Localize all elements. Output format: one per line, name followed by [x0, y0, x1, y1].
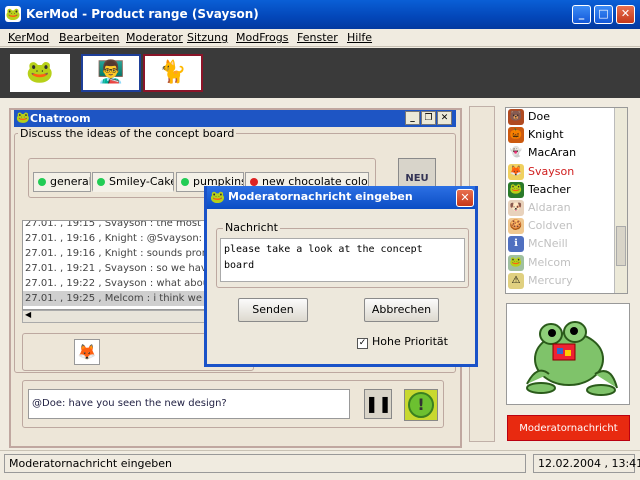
scroll-left-icon[interactable]: ◀	[25, 310, 31, 319]
user-item[interactable]: 🐻 Doe	[506, 108, 627, 126]
avatar: 🍪	[508, 218, 524, 235]
horizontal-scrollbar[interactable]: ◀	[22, 310, 208, 323]
user-item[interactable]: ⚠ Mercury	[506, 272, 627, 290]
exclamation-icon: !	[408, 392, 434, 418]
cancel-button[interactable]: Abbrechen	[364, 298, 439, 322]
avatar: 🎃	[508, 127, 524, 144]
close-button[interactable]: ✕	[616, 5, 635, 24]
dialog-frog-icon: 🐸	[210, 190, 225, 204]
avatar: 👻	[508, 145, 524, 162]
status-dot-icon	[181, 178, 189, 186]
user-item[interactable]: 🍪 Coldven	[506, 217, 627, 235]
scrollbar-thumb[interactable]	[616, 226, 626, 266]
moderator-message-button[interactable]: Moderatornachricht	[507, 415, 630, 441]
minimize-button[interactable]: _	[572, 5, 591, 24]
avatar: 🐻	[508, 109, 524, 125]
status-text: Moderatornachricht eingeben	[4, 454, 526, 473]
avatar: 🦊	[508, 163, 524, 180]
alert-button[interactable]: !	[404, 389, 438, 421]
app-frog-icon: 🐸	[5, 6, 21, 22]
avatar: 🐸	[508, 254, 524, 271]
avatar: ℹ	[508, 236, 524, 253]
chatroom-titlebar: 🐸 Chatroom _ ❐ ✕	[14, 110, 456, 127]
user-list-scrollbar[interactable]	[614, 108, 627, 293]
frog-tool-icon[interactable]: 🐸	[10, 54, 70, 92]
chatroom-minimize-button[interactable]: _	[405, 111, 420, 125]
menu-moderator[interactable]: Moderator	[126, 31, 183, 44]
chatroom-restore-button[interactable]: ❐	[421, 111, 436, 125]
priority-label: Hohe Priorität	[372, 335, 448, 348]
user-item[interactable]: 🎃 Knight	[506, 126, 627, 144]
dialog-close-button[interactable]: ✕	[456, 189, 474, 207]
priority-checkbox[interactable]: ✓	[357, 338, 368, 349]
user-item[interactable]: 👻 MacAran	[506, 144, 627, 162]
menu-bar: KerMod Bearbeiten Moderator Sitzung ModF…	[0, 29, 640, 47]
menu-modfrogs[interactable]: ModFrogs	[236, 31, 288, 44]
topic-label: Discuss the ideas of the concept board	[18, 127, 237, 140]
moderator-dialog: 🐸 Moderatornachricht eingeben ✕ Nachrich…	[204, 186, 478, 367]
status-dot-icon	[250, 178, 258, 186]
status-dot-icon	[97, 178, 105, 186]
chatroom-close-button[interactable]: ✕	[437, 111, 452, 125]
tab-smiley-cake[interactable]: Smiley-Cake	[92, 172, 174, 192]
status-dot-icon	[38, 178, 46, 186]
avatar: ⚠	[508, 272, 524, 289]
toolbar: 🐸 👨‍🏫 🐈	[0, 48, 640, 98]
menu-bearbeiten[interactable]: Bearbeiten	[59, 31, 119, 44]
pause-icon[interactable]: ❚❚	[364, 389, 392, 419]
menu-hilfe[interactable]: Hilfe	[347, 31, 372, 44]
frog-mascot-image	[506, 303, 630, 405]
teacher-tool-icon[interactable]: 👨‍🏫	[81, 54, 141, 92]
frog-mascot-icon	[526, 321, 618, 396]
dialog-title: Moderatornachricht eingeben	[228, 190, 413, 203]
tab-general[interactable]: general	[33, 172, 91, 192]
menu-kermod[interactable]: KerMod	[8, 31, 49, 44]
user-item[interactable]: 🦊 Svayson	[506, 163, 627, 181]
title-bar: 🐸 KerMod - Product range (Svayson) _ □ ✕	[0, 0, 640, 29]
message-group-label: Nachricht	[223, 221, 280, 234]
status-datetime: 12.02.2004 , 13:41	[533, 454, 640, 473]
user-item[interactable]: 🐸 Teacher	[506, 181, 627, 199]
user-item[interactable]: 🐶 Aldaran	[506, 199, 627, 217]
avatar: 🐶	[508, 199, 524, 216]
user-item[interactable]: 🐸 Melcom	[506, 254, 627, 272]
emote-icon[interactable]: 🦊	[74, 339, 100, 365]
user-list[interactable]: 🐻 Doe 🎃 Knight 👻 MacAran 🦊 Svayson 🐸 Teacher …	[505, 107, 628, 294]
send-button[interactable]: Senden	[238, 298, 308, 322]
status-bar: Moderatornachricht eingeben 12.02.2004 ,…	[0, 450, 640, 474]
menu-sitzung[interactable]: Sitzung	[187, 31, 228, 44]
maximize-button[interactable]: □	[594, 5, 613, 24]
menu-fenster[interactable]: Fenster	[297, 31, 338, 44]
dialog-titlebar: 🐸 Moderatornachricht eingeben ✕	[207, 186, 475, 209]
chatroom-title: Chatroom	[30, 112, 91, 125]
message-textarea[interactable]: please take a look at the concept board	[220, 238, 465, 282]
window-title: KerMod - Product range (Svayson)	[26, 7, 259, 21]
avatar: 🐸	[508, 181, 524, 198]
chatroom-icon: 🐸	[16, 111, 30, 124]
chat-input[interactable]: @Doe: have you seen the new design?	[28, 389, 350, 419]
cat-tool-icon[interactable]: 🐈	[143, 54, 203, 92]
user-item[interactable]: ℹ McNeill	[506, 235, 627, 253]
